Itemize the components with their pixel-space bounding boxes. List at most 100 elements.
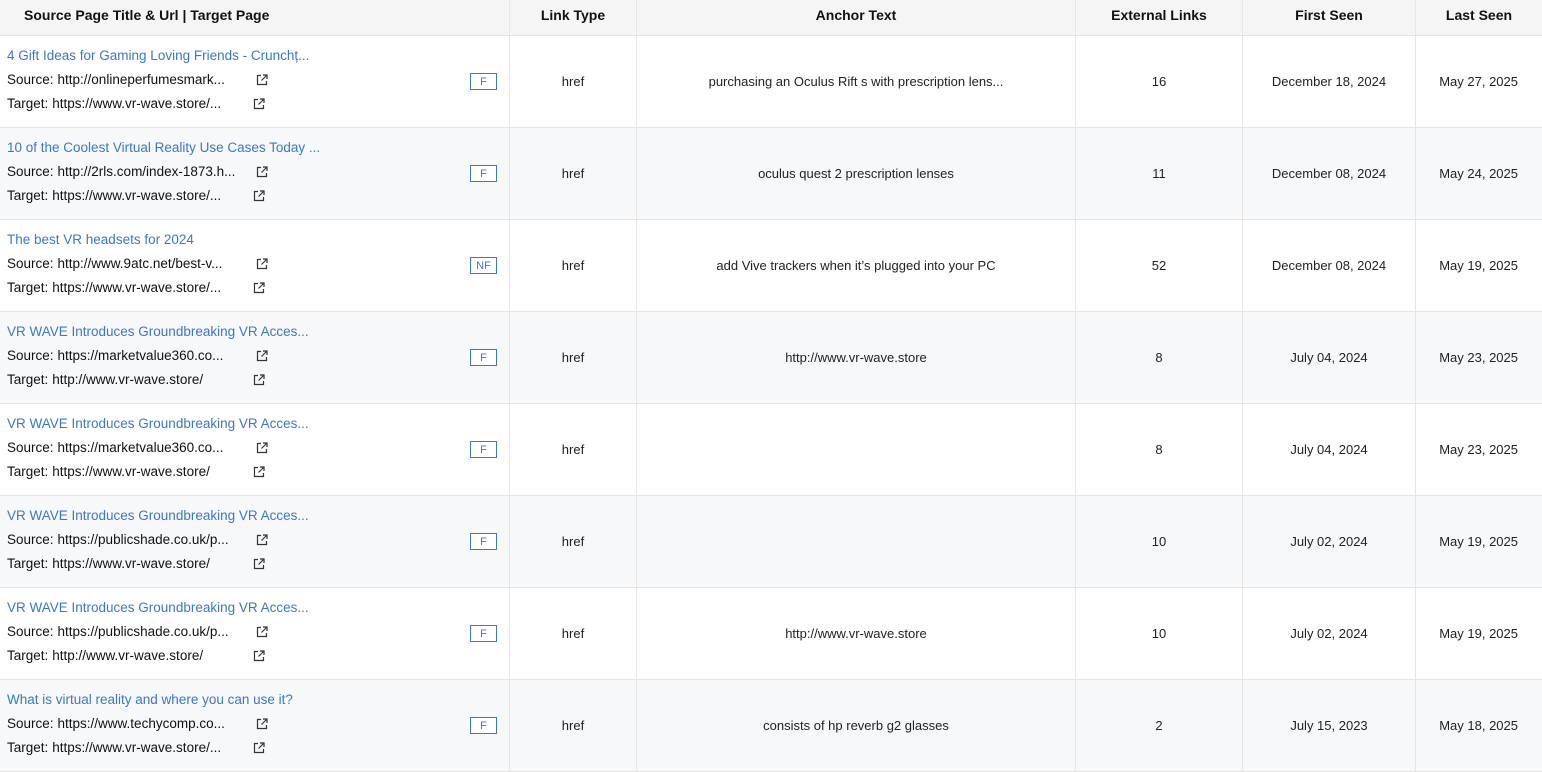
- table-header: Source Page Title & Url | Target Page Li…: [0, 0, 1542, 36]
- source-label: Source:: [7, 256, 54, 271]
- first-seen-cell: July 02, 2024: [1243, 496, 1416, 587]
- follow-badge: F: [470, 533, 497, 550]
- source-page-title-link[interactable]: VR WAVE Introduces Groundbreaking VR Acc…: [7, 508, 309, 523]
- source-label: Source:: [7, 440, 54, 455]
- follow-badge: F: [470, 73, 497, 90]
- link-type-cell: href: [510, 220, 637, 311]
- table-row: VR WAVE Introduces Groundbreaking VR Acc…: [0, 312, 1542, 404]
- source-page-title-link[interactable]: VR WAVE Introduces Groundbreaking VR Acc…: [7, 324, 309, 339]
- external-link-icon[interactable]: [256, 166, 268, 178]
- external-link-icon[interactable]: [253, 374, 265, 386]
- external-link-icon[interactable]: [253, 650, 265, 662]
- external-link-icon[interactable]: [256, 258, 268, 270]
- target-line: Target: https://www.vr-wave.store/...: [7, 188, 221, 203]
- first-seen-cell: July 04, 2024: [1243, 312, 1416, 403]
- source-page-title-link[interactable]: 10 of the Coolest Virtual Reality Use Ca…: [7, 140, 320, 155]
- last-seen-cell: May 19, 2025: [1439, 534, 1518, 549]
- source-cell: VR WAVE Introduces Groundbreaking VR Acc…: [0, 312, 510, 403]
- source-page-title-link[interactable]: What is virtual reality and where you ca…: [7, 692, 293, 707]
- link-type-cell: href: [510, 588, 637, 679]
- header-link-type[interactable]: Link Type: [510, 0, 637, 35]
- last-seen-cell: May 19, 2025: [1439, 626, 1518, 641]
- external-link-icon[interactable]: [256, 718, 268, 730]
- external-link-icon[interactable]: [253, 558, 265, 570]
- header-source[interactable]: Source Page Title & Url | Target Page: [0, 0, 510, 35]
- last-seen-cell: May 23, 2025: [1439, 350, 1518, 365]
- anchor-text-cell: purchasing an Oculus Rift s with prescri…: [637, 36, 1076, 127]
- source-label: Source:: [7, 72, 54, 87]
- table-body: 4 Gift Ideas for Gaming Loving Friends -…: [0, 36, 1542, 772]
- external-links-cell: 2: [1076, 680, 1243, 771]
- external-link-icon[interactable]: [256, 442, 268, 454]
- source-label: Source:: [7, 624, 54, 639]
- source-page-title-link[interactable]: The best VR headsets for 2024: [7, 232, 194, 247]
- source-cell: VR WAVE Introduces Groundbreaking VR Acc…: [0, 496, 510, 587]
- link-type-cell: href: [510, 128, 637, 219]
- source-cell: VR WAVE Introduces Groundbreaking VR Acc…: [0, 588, 510, 679]
- external-links-cell: 8: [1076, 312, 1243, 403]
- table-row: VR WAVE Introduces Groundbreaking VR Acc…: [0, 588, 1542, 680]
- header-external-links[interactable]: External Links: [1076, 0, 1243, 35]
- target-url: https://www.vr-wave.store/: [52, 556, 210, 571]
- target-line: Target: http://www.vr-wave.store/: [7, 372, 203, 387]
- source-line: Source: https://publicshade.co.uk/p...: [7, 624, 229, 639]
- external-link-icon[interactable]: [253, 282, 265, 294]
- source-label: Source:: [7, 164, 54, 179]
- source-line: Source: https://marketvalue360.co...: [7, 440, 223, 455]
- header-anchor-text[interactable]: Anchor Text: [637, 0, 1076, 35]
- target-url: https://www.vr-wave.store/...: [52, 188, 222, 203]
- external-link-icon[interactable]: [256, 74, 268, 86]
- last-seen-cell: May 23, 2025: [1439, 442, 1518, 457]
- target-line: Target: https://www.vr-wave.store/...: [7, 280, 221, 295]
- target-url: http://www.vr-wave.store/: [52, 648, 204, 663]
- external-links-cell: 16: [1076, 36, 1243, 127]
- last-seen-cell: May 19, 2025: [1439, 258, 1518, 273]
- anchor-text-cell: http://www.vr-wave.store: [637, 312, 1076, 403]
- target-label: Target:: [7, 648, 49, 663]
- source-url: https://publicshade.co.uk/p...: [57, 624, 229, 639]
- table-row: 4 Gift Ideas for Gaming Loving Friends -…: [0, 36, 1542, 128]
- external-link-icon[interactable]: [253, 742, 265, 754]
- first-seen-cell: July 15, 2023: [1243, 680, 1416, 771]
- link-type-cell: href: [510, 496, 637, 587]
- table-row: VR WAVE Introduces Groundbreaking VR Acc…: [0, 496, 1542, 588]
- external-link-icon[interactable]: [253, 190, 265, 202]
- source-url: https://publicshade.co.uk/p...: [57, 532, 229, 547]
- source-page-title-link[interactable]: VR WAVE Introduces Groundbreaking VR Acc…: [7, 416, 309, 431]
- source-line: Source: http://2rls.com/index-1873.h...: [7, 164, 235, 179]
- external-link-icon[interactable]: [253, 466, 265, 478]
- source-url: http://2rls.com/index-1873.h...: [57, 164, 236, 179]
- target-url: https://www.vr-wave.store/: [52, 464, 210, 479]
- anchor-text-cell: consists of hp reverb g2 glasses: [637, 680, 1076, 771]
- source-line: Source: https://www.techycomp.co...: [7, 716, 225, 731]
- external-link-icon[interactable]: [256, 534, 268, 546]
- first-seen-cell: July 04, 2024: [1243, 404, 1416, 495]
- header-last-seen[interactable]: Last Seen: [1416, 0, 1542, 35]
- last-seen-cell: May 27, 2025: [1439, 74, 1518, 89]
- follow-badge: NF: [470, 257, 497, 274]
- target-line: Target: https://www.vr-wave.store/...: [7, 740, 221, 755]
- table-row: VR WAVE Introduces Groundbreaking VR Acc…: [0, 404, 1542, 496]
- table-row: 10 of the Coolest Virtual Reality Use Ca…: [0, 128, 1542, 220]
- last-seen-cell: May 18, 2025: [1439, 718, 1518, 733]
- source-page-title-link[interactable]: 4 Gift Ideas for Gaming Loving Friends -…: [7, 48, 309, 63]
- follow-badge: F: [470, 441, 497, 458]
- target-label: Target:: [7, 740, 49, 755]
- external-links-cell: 11: [1076, 128, 1243, 219]
- header-first-seen[interactable]: First Seen: [1243, 0, 1416, 35]
- source-cell: The best VR headsets for 2024 Source: ht…: [0, 220, 510, 311]
- follow-badge: F: [470, 349, 497, 366]
- source-url: https://marketvalue360.co...: [57, 440, 224, 455]
- link-type-cell: href: [510, 680, 637, 771]
- source-line: Source: https://publicshade.co.uk/p...: [7, 532, 229, 547]
- external-links-cell: 52: [1076, 220, 1243, 311]
- source-line: Source: https://marketvalue360.co...: [7, 348, 223, 363]
- anchor-text-cell: http://www.vr-wave.store: [637, 588, 1076, 679]
- external-link-icon[interactable]: [256, 350, 268, 362]
- external-link-icon[interactable]: [253, 98, 265, 110]
- target-line: Target: https://www.vr-wave.store/: [7, 556, 210, 571]
- target-label: Target:: [7, 372, 49, 387]
- external-link-icon[interactable]: [256, 626, 268, 638]
- source-url: https://www.techycomp.co...: [57, 716, 225, 731]
- source-page-title-link[interactable]: VR WAVE Introduces Groundbreaking VR Acc…: [7, 600, 309, 615]
